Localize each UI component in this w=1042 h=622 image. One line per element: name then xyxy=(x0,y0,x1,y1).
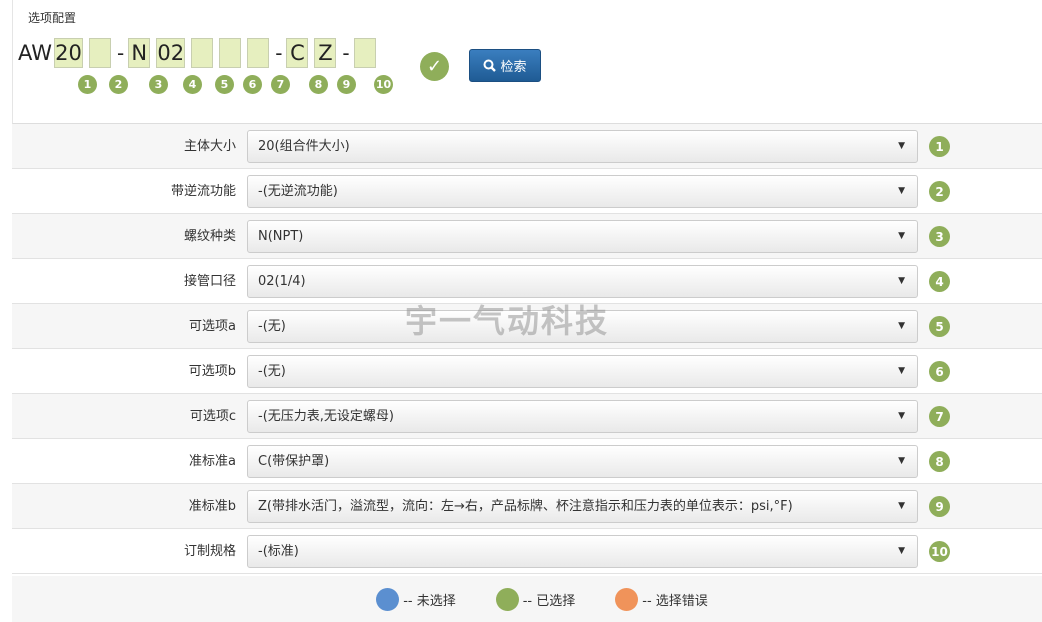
option-value: -(无) xyxy=(258,319,286,334)
code-badge: 10 xyxy=(374,75,393,94)
code-box-3[interactable]: N xyxy=(128,38,151,68)
option-badge: 9 xyxy=(929,496,950,517)
option-select[interactable]: 02(1/4) ▼ xyxy=(247,265,918,298)
code-box-9[interactable]: Z xyxy=(314,38,337,68)
code-badge: 8 xyxy=(309,75,328,94)
option-value: -(无压力表,无设定螺母) xyxy=(258,409,394,424)
code-box-5[interactable] xyxy=(191,38,214,68)
option-badge: 6 xyxy=(929,361,950,382)
code-badge: 7 xyxy=(271,75,290,94)
option-badge: 4 xyxy=(929,271,950,292)
caret-down-icon: ▼ xyxy=(898,186,905,196)
code-box-10[interactable] xyxy=(353,38,376,68)
caret-down-icon: ▼ xyxy=(898,231,905,241)
option-value: -(标准) xyxy=(258,544,299,559)
option-value: 02(1/4) xyxy=(258,274,306,289)
caret-down-icon: ▼ xyxy=(898,411,905,421)
legend-label: -- 已选择 xyxy=(522,593,576,609)
option-row: 带逆流功能 -(无逆流功能) ▼ 2 xyxy=(12,169,1042,214)
code-badge: 4 xyxy=(183,75,202,94)
code-badge: 5 xyxy=(215,75,234,94)
code-badge: 9 xyxy=(337,75,356,94)
code-separator: - xyxy=(342,41,350,65)
blue-dot-icon xyxy=(376,587,400,611)
option-value: N(NPT) xyxy=(258,229,304,244)
option-badge: 3 xyxy=(929,226,950,247)
option-label: 准标准a xyxy=(189,454,236,469)
green-dot-icon xyxy=(495,587,519,611)
option-label: 主体大小 xyxy=(183,139,236,154)
option-row: 订制规格 -(标准) ▼ 10 xyxy=(12,529,1042,574)
option-badge: 7 xyxy=(929,406,950,427)
orange-dot-icon xyxy=(615,587,639,611)
option-badge: 10 xyxy=(929,541,950,562)
code-box-7[interactable] xyxy=(247,38,270,68)
option-select[interactable]: -(无逆流功能) ▼ xyxy=(247,175,918,208)
option-select[interactable]: -(无) ▼ xyxy=(247,355,918,388)
code-badge: 6 xyxy=(243,75,262,94)
option-badge: 2 xyxy=(929,181,950,202)
option-badge: 5 xyxy=(929,316,950,337)
option-label: 可选项c xyxy=(189,409,236,424)
option-select[interactable]: Z(带排水活门，溢流型，流向：左→右，产品标牌、杯注意指示和压力表的单位表示：p… xyxy=(247,490,918,523)
code-badge: 3 xyxy=(149,75,168,94)
option-select[interactable]: N(NPT) ▼ xyxy=(247,220,918,253)
caret-down-icon: ▼ xyxy=(898,321,905,331)
option-badge: 8 xyxy=(929,451,950,472)
code-badge: 2 xyxy=(109,75,128,94)
legend-label: -- 未选择 xyxy=(403,593,456,609)
option-badge: 1 xyxy=(929,136,950,157)
option-row: 螺纹种类 N(NPT) ▼ 3 xyxy=(12,214,1042,259)
model-code: AW 20 - N 02 - C Z - xyxy=(18,38,382,68)
code-box-8[interactable]: C xyxy=(286,38,309,68)
option-value: -(无逆流功能) xyxy=(258,184,338,199)
caret-down-icon: ▼ xyxy=(898,501,905,511)
option-label: 接管口径 xyxy=(183,274,236,289)
option-row: 可选项b -(无) ▼ 6 xyxy=(12,349,1042,394)
legend-label: -- 选择错误 xyxy=(642,593,708,609)
code-box-4[interactable]: 02 xyxy=(156,38,186,68)
option-value: 20(组合件大小) xyxy=(258,139,350,154)
option-select[interactable]: -(标准) ▼ xyxy=(247,535,918,568)
watermark: 宇一气动科技 xyxy=(405,302,610,340)
code-box-2[interactable] xyxy=(88,38,111,68)
option-value: C(带保护罩) xyxy=(258,454,330,469)
option-row: 主体大小 20(组合件大小) ▼ 1 xyxy=(12,124,1042,169)
option-label: 可选项b xyxy=(188,364,236,379)
search-button[interactable]: 检索 xyxy=(469,49,541,82)
option-label: 准标准b xyxy=(188,499,236,514)
legend-item-selected: -- 已选择 xyxy=(495,587,576,611)
legend: -- 未选择 -- 已选择 -- 选择错误 xyxy=(12,576,1042,622)
option-select[interactable]: 20(组合件大小) ▼ xyxy=(247,130,918,163)
code-prefix: AW xyxy=(18,41,52,65)
option-label: 螺纹种类 xyxy=(183,229,236,244)
code-separator: - xyxy=(275,41,283,65)
option-value: -(无) xyxy=(258,364,286,379)
caret-down-icon: ▼ xyxy=(898,366,905,376)
option-row: 可选项c -(无压力表,无设定螺母) ▼ 7 xyxy=(12,394,1042,439)
code-box-6[interactable] xyxy=(219,38,242,68)
options-list: 主体大小 20(组合件大小) ▼ 1 带逆流功能 -(无逆流功能) ▼ 2 螺纹种类 N… xyxy=(12,124,1042,574)
option-label: 带逆流功能 xyxy=(170,184,236,199)
option-row: 准标准a C(带保护罩) ▼ 8 xyxy=(12,439,1042,484)
caret-down-icon: ▼ xyxy=(898,276,905,286)
option-select[interactable]: C(带保护罩) ▼ xyxy=(247,445,918,478)
search-icon xyxy=(483,59,497,72)
code-box-1[interactable]: 20 xyxy=(53,38,83,68)
option-label: 订制规格 xyxy=(183,544,236,559)
option-value: Z(带排水活门，溢流型，流向：左→右，产品标牌、杯注意指示和压力表的单位表示：p… xyxy=(258,499,793,514)
legend-item-error: -- 选择错误 xyxy=(615,587,708,611)
option-row: 准标准b Z(带排水活门，溢流型，流向：左→右，产品标牌、杯注意指示和压力表的单… xyxy=(12,484,1042,529)
code-separator: - xyxy=(116,41,125,65)
legend-item-unselected: -- 未选择 xyxy=(376,587,456,611)
search-label: 检索 xyxy=(500,60,527,75)
code-badge: 1 xyxy=(78,75,97,94)
check-icon: ✓ xyxy=(420,52,449,81)
option-select[interactable]: -(无压力表,无设定螺母) ▼ xyxy=(247,400,918,433)
option-label: 可选项a xyxy=(189,319,236,334)
caret-down-icon: ▼ xyxy=(898,546,905,556)
caret-down-icon: ▼ xyxy=(898,456,905,466)
caret-down-icon: ▼ xyxy=(898,141,905,151)
panel-title: 选项配置 xyxy=(28,11,77,25)
